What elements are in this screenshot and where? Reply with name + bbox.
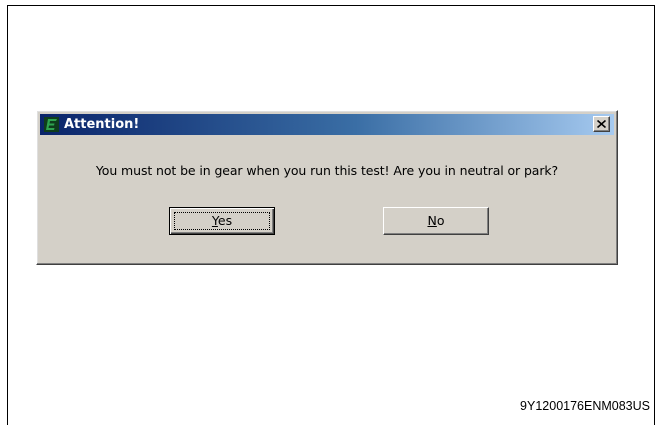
yes-label-rest: es <box>217 213 233 228</box>
yes-button[interactable]: Yes <box>169 207 275 235</box>
yes-button-label: Yes <box>212 213 232 228</box>
dialog-message: You must not be in gear when you run thi… <box>95 163 559 178</box>
app-logo-icon <box>44 117 59 132</box>
no-button[interactable]: No <box>383 207 489 235</box>
close-button[interactable] <box>593 116 610 132</box>
dialog-titlebar[interactable]: Attention! <box>40 114 614 135</box>
dialog-title: Attention! <box>64 117 140 132</box>
close-icon <box>597 120 606 128</box>
no-mnemonic: N <box>427 213 437 228</box>
attention-dialog: Attention! You must not be in gear when … <box>36 110 618 265</box>
no-label-rest: o <box>436 213 445 228</box>
no-button-label: No <box>427 213 444 228</box>
figure-caption: 9Y1200176ENM083US <box>520 399 650 413</box>
